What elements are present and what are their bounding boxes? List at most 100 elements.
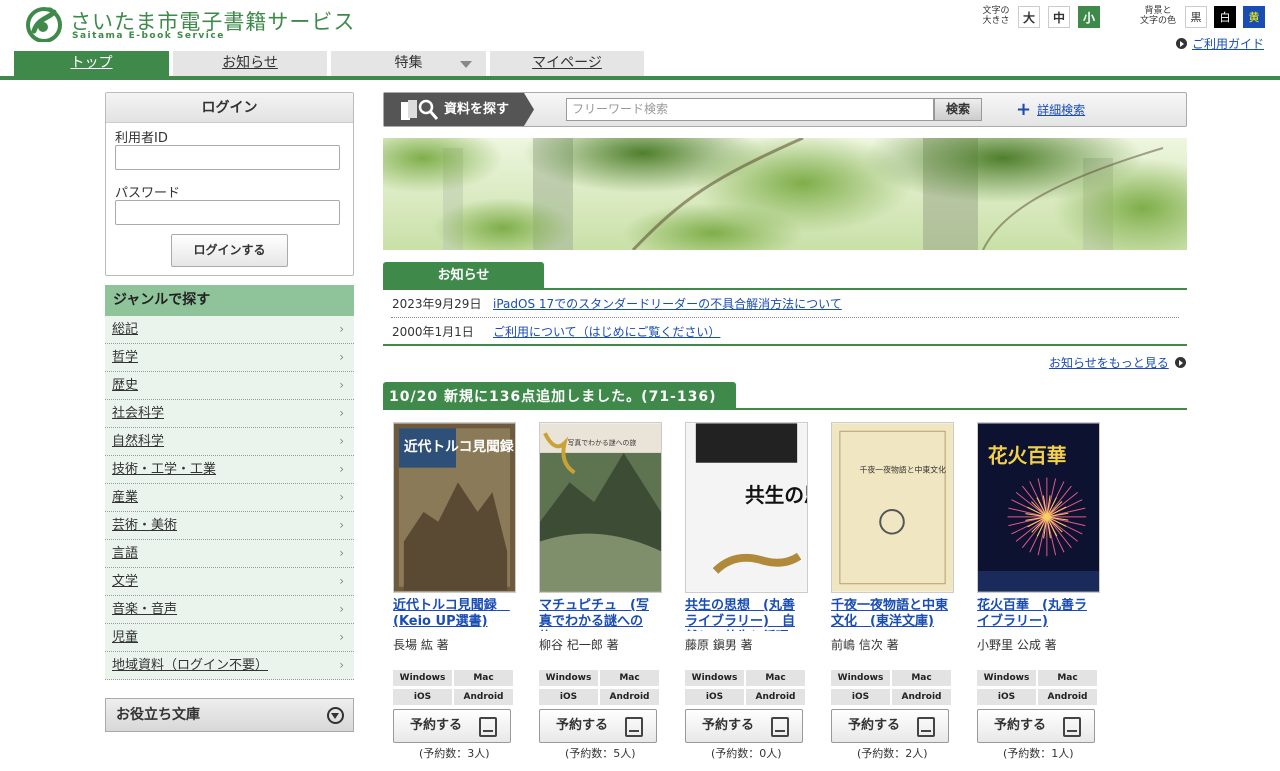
genre-item[interactable]: 自然科学 › bbox=[105, 428, 354, 456]
genre-item[interactable]: 文学 › bbox=[105, 568, 354, 596]
book-title-link[interactable]: 千夜一夜物語と中東文化 (東洋文庫) bbox=[831, 598, 948, 629]
expand-circle-icon bbox=[327, 707, 344, 724]
genre-item-label[interactable]: 芸術・美術 bbox=[112, 518, 177, 533]
genre-item[interactable]: 歴史 › bbox=[105, 372, 354, 400]
platform-mac-badge: Mac bbox=[600, 670, 659, 686]
news-separator bbox=[391, 317, 1179, 318]
genre-item-label[interactable]: 言語 bbox=[112, 546, 138, 561]
color-yellow-button[interactable]: 黄 bbox=[1243, 6, 1265, 28]
search-label-text: 資料を探す bbox=[444, 102, 510, 117]
book-icon bbox=[625, 717, 643, 737]
font-size-small-button[interactable]: 小 bbox=[1078, 6, 1100, 28]
reserve-button[interactable]: 予約する bbox=[539, 709, 657, 743]
platform-windows-badge: Windows bbox=[393, 670, 452, 686]
reserve-button[interactable]: 予約する bbox=[831, 709, 949, 743]
advanced-search-link[interactable]: + 詳細検索 bbox=[1016, 100, 1085, 118]
reservation-count: (予約数：5人) bbox=[565, 747, 636, 760]
genre-item-label[interactable]: 技術・工学・工業 bbox=[112, 462, 216, 477]
font-size-large-button[interactable]: 大 bbox=[1018, 6, 1040, 28]
book-title[interactable]: 花火百華 (丸善ライブラリー) bbox=[977, 598, 1097, 631]
genre-item[interactable]: 社会科学 › bbox=[105, 400, 354, 428]
genre-item[interactable]: 産業 › bbox=[105, 484, 354, 512]
guide-link-text[interactable]: ご利用ガイド bbox=[1192, 35, 1264, 52]
login-button[interactable]: ログインする bbox=[171, 234, 288, 267]
platform-ios-badge: iOS bbox=[977, 689, 1036, 705]
book-author: 長場 紘 著 bbox=[393, 638, 449, 652]
book-cover[interactable]: 千夜一夜物語と中東文化 bbox=[831, 422, 954, 593]
news-link[interactable]: iPadOS 17でのスタンダードリーダーの不具合解消方法について bbox=[493, 291, 842, 318]
book-title[interactable]: マチュピチュ (写真でわかる謎への旅) bbox=[539, 598, 659, 631]
book-card: 近代トルコ見聞録近代トルコ見聞録 (Keio UP選書) 長場 紘 著 Window… bbox=[393, 422, 518, 767]
genre-item[interactable]: 総記 › bbox=[105, 316, 354, 344]
book-cover-image: 千夜一夜物語と中東文化 bbox=[832, 423, 953, 592]
platform-mac-badge: Mac bbox=[1038, 670, 1097, 686]
genre-item-label[interactable]: 産業 bbox=[112, 490, 138, 505]
news-item: 2023年9月29日 iPadOS 17でのスタンダードリーダーの不具合解消方法… bbox=[383, 291, 1179, 318]
useful-library-label: お役立ち文庫 bbox=[116, 707, 200, 723]
genre-item-label[interactable]: 歴史 bbox=[112, 378, 138, 393]
news-link[interactable]: ご利用について（はじめにご覧ください） bbox=[493, 319, 720, 346]
chevron-right-icon: › bbox=[339, 490, 344, 504]
search-button[interactable]: 検索 bbox=[934, 98, 982, 121]
genre-item-label[interactable]: 地域資料（ログイン不要） bbox=[112, 658, 268, 673]
book-title[interactable]: 近代トルコ見聞録 (Keio UP選書) bbox=[393, 598, 513, 631]
book-card: 共生の思想共生の思想 (丸善ライブラリー) 自然との共生と循環藤原 鎭男 著 Wi… bbox=[685, 422, 844, 767]
tab-mypage[interactable]: マイページ bbox=[490, 51, 644, 76]
genre-item-label[interactable]: 音楽・音声 bbox=[112, 602, 177, 617]
genre-item-label[interactable]: 総記 bbox=[112, 322, 138, 337]
book-title-link[interactable]: 共生の思想 (丸善ライブラリー) 自然との共生と循環 bbox=[685, 598, 795, 631]
book-title-link[interactable]: 花火百華 (丸善ライブラリー) bbox=[977, 598, 1087, 629]
arrow-circle-icon bbox=[1176, 38, 1187, 49]
book-cover[interactable]: 近代トルコ見聞録 bbox=[393, 422, 516, 593]
color-scheme-label: 背景と 文字の色 bbox=[1139, 6, 1176, 26]
book-title[interactable]: 共生の思想 (丸善ライブラリー) 自然との共生と循環 bbox=[685, 598, 805, 631]
saitama-logo-icon bbox=[26, 7, 62, 42]
reserve-button-label: 予約する bbox=[410, 718, 463, 733]
genre-item[interactable]: 音楽・音声 › bbox=[105, 596, 354, 624]
book-cover-image: 近代トルコ見聞録 bbox=[394, 423, 515, 592]
book-title-link[interactable]: マチュピチュ (写真でわかる謎への旅) bbox=[539, 598, 649, 631]
guide-link[interactable]: ご利用ガイド bbox=[1176, 35, 1264, 52]
advanced-search-text[interactable]: 詳細検索 bbox=[1037, 101, 1085, 118]
book-cover[interactable]: 写真でわかる謎への旅 bbox=[539, 422, 662, 593]
useful-library-toggle[interactable]: お役立ち文庫 bbox=[105, 698, 354, 732]
genre-item[interactable]: 地域資料（ログイン不要） › bbox=[105, 652, 354, 680]
platform-windows-badge: Windows bbox=[539, 670, 598, 686]
password-input[interactable] bbox=[115, 200, 340, 225]
genre-item[interactable]: 言語 › bbox=[105, 540, 354, 568]
chevron-right-icon: › bbox=[339, 462, 344, 476]
genre-item[interactable]: 芸術・美術 › bbox=[105, 512, 354, 540]
chevron-right-icon: › bbox=[339, 546, 344, 560]
book-cover-image: 写真でわかる謎への旅 bbox=[540, 423, 661, 592]
tab-top[interactable]: トップ bbox=[14, 51, 169, 76]
news-more-link[interactable]: お知らせをもっと見る bbox=[1049, 354, 1186, 371]
color-black-button[interactable]: 黒 bbox=[1185, 6, 1207, 28]
search-input[interactable]: フリーワード検索 bbox=[566, 98, 934, 121]
book-cover[interactable]: 花火百華 bbox=[977, 422, 1100, 593]
genre-item-label[interactable]: 社会科学 bbox=[112, 406, 164, 421]
genre-item-label[interactable]: 児童 bbox=[112, 630, 138, 645]
cover-title: 近代トルコ見聞録 bbox=[404, 438, 514, 455]
genre-item-label[interactable]: 文学 bbox=[112, 574, 138, 589]
book-card: 写真でわかる謎への旅マチュピチュ (写真でわかる謎への旅) 柳谷 杞一郎 著 Win… bbox=[539, 422, 664, 767]
reserve-button[interactable]: 予約する bbox=[977, 709, 1095, 743]
book-cover[interactable]: 共生の思想 bbox=[685, 422, 844, 593]
site-logo[interactable]: さいたま市電子書籍サービス Saitama E-book Service bbox=[24, 4, 354, 42]
genre-item[interactable]: 哲学 › bbox=[105, 344, 354, 372]
reserve-button[interactable]: 予約する bbox=[393, 709, 511, 743]
news-more-text[interactable]: お知らせをもっと見る bbox=[1049, 354, 1169, 371]
book-title-link[interactable]: 近代トルコ見聞録 (Keio UP選書) bbox=[393, 598, 510, 629]
genre-item[interactable]: 児童 › bbox=[105, 624, 354, 652]
tab-news[interactable]: お知らせ bbox=[173, 51, 327, 76]
book-title[interactable]: 千夜一夜物語と中東文化 (東洋文庫) bbox=[831, 598, 951, 631]
genre-item[interactable]: 技術・工学・工業 › bbox=[105, 456, 354, 484]
genre-item-label[interactable]: 哲学 bbox=[112, 350, 138, 365]
font-size-medium-button[interactable]: 中 bbox=[1048, 6, 1070, 28]
tab-special[interactable]: 特集 bbox=[331, 51, 486, 76]
reserve-button[interactable]: 予約する bbox=[685, 709, 803, 743]
user-id-input[interactable] bbox=[115, 145, 340, 170]
color-white-button[interactable]: 白 bbox=[1214, 6, 1236, 28]
news-divider bbox=[383, 288, 1187, 290]
genre-item-label[interactable]: 自然科学 bbox=[112, 434, 164, 449]
platform-android-badge: Android bbox=[454, 689, 513, 705]
